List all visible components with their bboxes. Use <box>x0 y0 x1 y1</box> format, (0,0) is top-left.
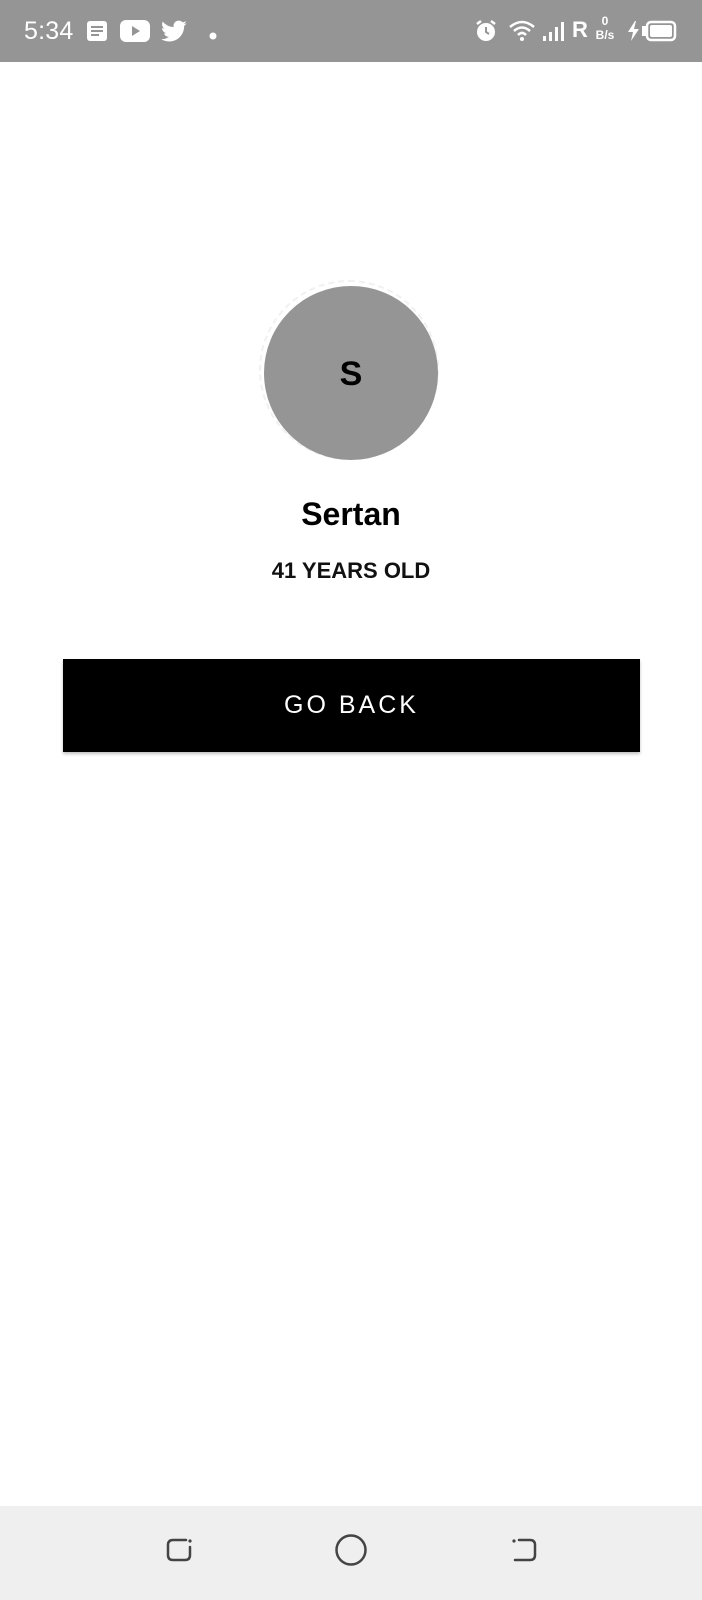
alarm-icon <box>474 19 498 48</box>
signal-icon <box>542 20 568 47</box>
recents-icon <box>162 1533 196 1572</box>
home-icon <box>333 1532 369 1573</box>
navigation-bar <box>0 1506 702 1600</box>
status-bar: 5:34 R 0 B/s <box>0 0 702 62</box>
network-speed: 0 B/s <box>590 14 620 42</box>
network-speed-unit: B/s <box>595 28 615 42</box>
battery-icon <box>641 20 677 47</box>
roaming-indicator: R <box>572 17 588 42</box>
youtube-icon <box>120 19 150 48</box>
profile-age: 41 YEARS OLD <box>271 558 431 583</box>
notes-icon <box>86 20 108 47</box>
go-back-button[interactable]: GO BACK <box>63 659 640 752</box>
back-button[interactable] <box>498 1526 550 1578</box>
recents-button[interactable] <box>153 1526 205 1578</box>
charging-icon <box>627 21 641 46</box>
notification-dot-icon <box>209 27 217 45</box>
avatar: S <box>264 286 438 460</box>
status-time: 5:34 <box>24 17 74 45</box>
wifi-icon <box>508 20 536 47</box>
twitter-icon <box>160 20 188 49</box>
avatar-initial: S <box>339 354 363 393</box>
back-icon <box>507 1533 541 1572</box>
profile-name: Sertan <box>301 496 401 532</box>
home-button[interactable] <box>325 1526 377 1578</box>
network-speed-value: 0 <box>601 14 609 28</box>
profile-screen: 5:34 R 0 B/s S Sertan 41 YEARS OLD GO BA… <box>0 0 702 1600</box>
